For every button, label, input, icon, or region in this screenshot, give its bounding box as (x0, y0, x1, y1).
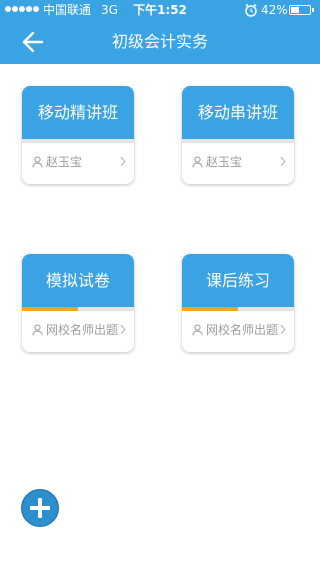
card-title: 移动串讲班 (182, 86, 294, 139)
chevron-right-icon (120, 156, 126, 167)
user-icon (192, 156, 203, 168)
card-footer: 网校名师出题 (22, 311, 134, 352)
chevron-right-icon (120, 324, 126, 335)
add-button[interactable] (21, 489, 59, 527)
card-footer: 网校名师出题 (182, 311, 294, 352)
chevron-right-icon (280, 324, 286, 335)
battery-icon (289, 5, 314, 15)
card-title: 模拟试卷 (22, 254, 134, 307)
battery-percent: 42% (261, 3, 288, 17)
card-footer: 赵玉宝 (22, 143, 134, 184)
user-icon (32, 324, 43, 336)
card-title: 移动精讲班 (22, 86, 134, 139)
course-card[interactable]: 移动精讲班 赵玉宝 (22, 86, 134, 184)
status-bar: 中国联通 3G 下午1:52 42% (0, 0, 320, 20)
card-footer: 赵玉宝 (182, 143, 294, 184)
card-author: 网校名师出题 (46, 323, 119, 337)
course-card[interactable]: 课后练习 网校名师出题 (182, 254, 294, 352)
card-author: 网校名师出题 (206, 323, 279, 337)
alarm-icon (245, 3, 257, 17)
chevron-right-icon (280, 156, 286, 167)
user-icon (192, 324, 203, 336)
course-card[interactable]: 模拟试卷 网校名师出题 (22, 254, 134, 352)
card-author: 赵玉宝 (206, 155, 243, 169)
user-icon (32, 156, 43, 168)
course-card[interactable]: 移动串讲班 赵玉宝 (182, 86, 294, 184)
card-author: 赵玉宝 (46, 155, 83, 169)
app-header: 中国联通 3G 下午1:52 42% 初级会计实务 (0, 0, 320, 64)
card-title: 课后练习 (182, 254, 294, 307)
page-title: 初级会计实务 (111, 32, 208, 51)
